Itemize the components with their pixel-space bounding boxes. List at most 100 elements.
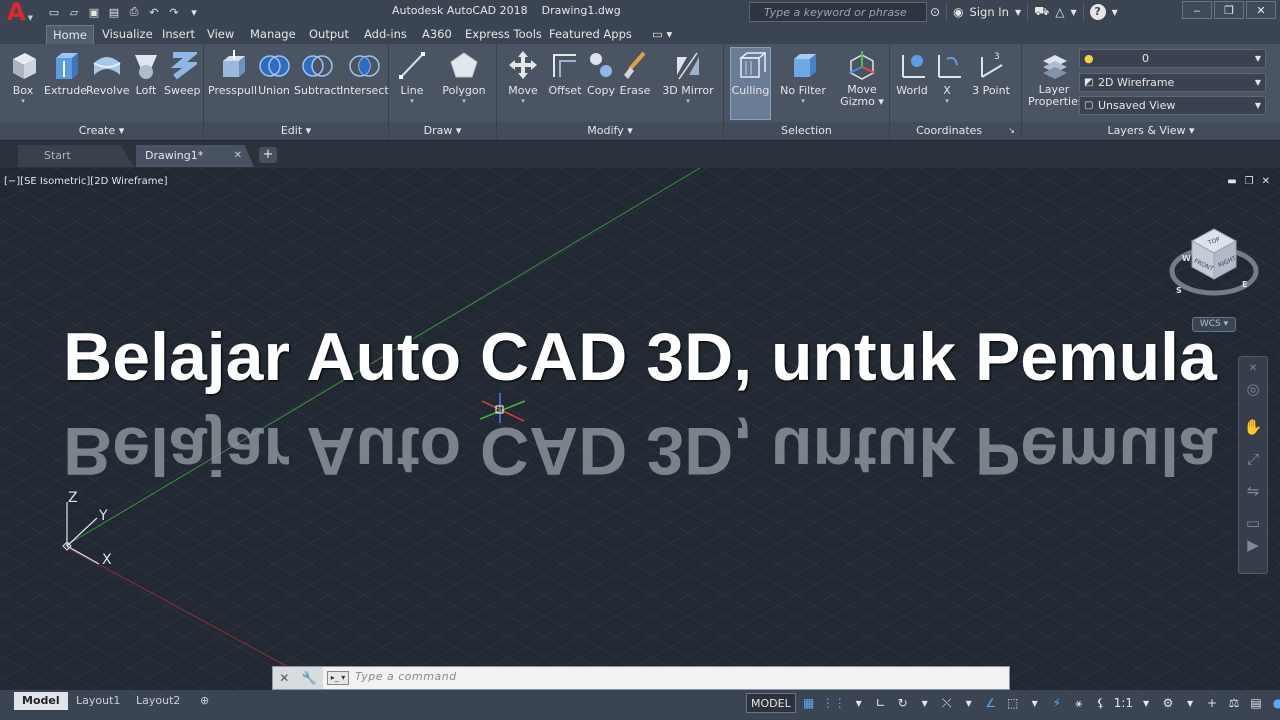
zoom-extents-icon[interactable]: ⤢ <box>1243 449 1263 469</box>
tab-insert[interactable]: Insert <box>156 25 201 44</box>
tab-home[interactable]: Home <box>46 25 94 44</box>
annotation-scale-value[interactable]: 1:1 <box>1114 693 1133 713</box>
wrench-icon[interactable]: 🔧 <box>302 671 317 685</box>
quick-properties-icon[interactable]: ▤ <box>1247 693 1265 713</box>
tab-a360[interactable]: A360 <box>416 25 458 44</box>
add-layout-icon[interactable]: ⊕ <box>192 692 217 710</box>
open-icon[interactable]: ▱ <box>66 4 82 20</box>
minimize-icon[interactable]: ‒ <box>1182 1 1212 19</box>
tab-view[interactable]: View <box>201 25 240 44</box>
layout-tab-layout1[interactable]: Layout1 <box>68 692 128 710</box>
tab-visualize[interactable]: Visualize <box>96 25 159 44</box>
wcs-menu-button[interactable]: WCS ▾ <box>1192 317 1236 332</box>
cart-icon[interactable]: ⛟ <box>1034 4 1049 20</box>
tab-manage[interactable]: Manage <box>244 25 302 44</box>
drawing-viewport[interactable]: [−][SE Isometric][2D Wireframe] ▬ ❐ ✕ Be… <box>0 168 1280 690</box>
panel-edit-title[interactable]: Edit ▾ <box>204 122 388 140</box>
viewcube[interactable]: TOP FRONT RIGHT W S E <box>1168 223 1260 303</box>
object-snap-tracking-icon[interactable]: ∠ <box>982 693 1000 713</box>
model-space-button[interactable]: MODEL <box>746 693 796 713</box>
chevron-down-icon[interactable]: ▼ <box>1112 8 1118 17</box>
orbit-icon[interactable]: ⇋ <box>1243 481 1263 501</box>
application-menu-button[interactable]: A ▼ <box>0 0 40 25</box>
panel-coordinates-title[interactable]: Coordinates ↘ <box>890 122 1021 140</box>
file-tab-start[interactable]: Start <box>18 145 134 167</box>
command-input[interactable]: Type a command <box>355 670 457 683</box>
close-icon[interactable]: ✕ <box>279 671 289 685</box>
no-filter-button[interactable]: No Filter ▾ <box>778 48 828 105</box>
annotation-monitor-icon[interactable]: + <box>1203 693 1221 713</box>
presspull-button[interactable]: Presspull <box>208 48 257 97</box>
binoculars-icon[interactable]: ⊙ <box>930 5 940 19</box>
subtract-button[interactable]: Subtract <box>294 48 341 97</box>
save-icon[interactable]: ▣ <box>86 4 102 20</box>
intersect-button[interactable]: Intersect <box>340 48 389 97</box>
user-icon[interactable]: ◉ <box>953 5 963 19</box>
offset-button[interactable]: Offset <box>547 48 583 97</box>
command-history-icon[interactable]: ▸_ ▾ <box>327 671 349 685</box>
snap-icon[interactable]: ⋮⋮ <box>822 693 846 713</box>
units-icon[interactable]: ⚖ <box>1225 693 1243 713</box>
autodesk-a360-icon[interactable]: △ <box>1055 5 1064 19</box>
tab-add-ins[interactable]: Add-ins <box>358 25 413 44</box>
extrude-button[interactable]: Extrude <box>44 48 87 97</box>
customize-qat-icon[interactable]: ▾ <box>186 4 202 20</box>
sign-in-link[interactable]: Sign In <box>970 5 1009 19</box>
new-icon[interactable]: ▭ <box>46 4 62 20</box>
layout-tab-model[interactable]: Model <box>14 692 68 710</box>
tab-express-tools[interactable]: Express Tools <box>459 25 548 44</box>
polar-tracking-icon[interactable]: ↻ <box>894 693 912 713</box>
loft-button[interactable]: Loft <box>130 48 162 97</box>
ortho-icon[interactable]: ∟ <box>872 693 890 713</box>
world-ucs-button[interactable]: World <box>894 48 930 97</box>
culling-toggle[interactable]: Culling <box>730 47 771 120</box>
chevron-down-icon[interactable]: ▼ <box>1070 8 1076 17</box>
pan-hand-icon[interactable]: ✋ <box>1243 417 1263 437</box>
layout-tab-layout2[interactable]: Layout2 <box>128 692 188 710</box>
panel-modify-title[interactable]: Modify ▾ <box>497 122 723 140</box>
union-button[interactable]: Union <box>258 48 290 97</box>
grid-icon[interactable]: ▦ <box>800 693 818 713</box>
auto-scale-icon[interactable]: ⚹ <box>1070 693 1088 713</box>
showmotion-icon[interactable]: ▭ <box>1243 513 1263 533</box>
isodraft-icon[interactable]: ⤬ <box>938 693 956 713</box>
layer-properties-button[interactable]: Layer Properties <box>1028 48 1084 108</box>
chevron-down-icon[interactable]: ▼ <box>850 693 868 713</box>
steering-wheel-icon[interactable]: ◎ <box>1243 379 1263 399</box>
undo-icon[interactable]: ↶ <box>146 4 162 20</box>
search-input[interactable]: Type a keyword or phrase <box>749 2 927 22</box>
chevron-down-icon[interactable]: ▼ <box>1026 693 1044 713</box>
restore-icon[interactable]: ❐ <box>1245 176 1254 187</box>
3-point-ucs-button[interactable]: 3 3 Point <box>968 48 1014 97</box>
ribbon-minimize-toggle[interactable]: ▭ ▾ <box>646 25 678 44</box>
hardware-acceleration-icon[interactable]: ● <box>1269 693 1280 713</box>
line-button[interactable]: Line ▾ <box>395 48 429 105</box>
copy-button[interactable]: Copy <box>585 48 617 97</box>
annotation-scale-icon[interactable]: ⚸ <box>1092 693 1110 713</box>
move-gizmo-button[interactable]: Move Gizmo ▾ <box>840 48 884 108</box>
tab-output[interactable]: Output <box>303 25 355 44</box>
panel-create-title[interactable]: Create ▾ <box>0 122 203 140</box>
object-snap-icon[interactable]: ⬚ <box>1004 693 1022 713</box>
new-tab-button[interactable]: + <box>259 147 277 163</box>
panel-layers-view-title[interactable]: Layers & View ▾ <box>1022 122 1280 140</box>
close-icon[interactable]: ✕ <box>1243 359 1263 379</box>
close-icon[interactable]: ✕ <box>234 145 242 166</box>
box-button[interactable]: Box ▾ <box>6 48 40 105</box>
file-tab-drawing1[interactable]: Drawing1* ✕ <box>136 145 254 167</box>
chevron-down-icon[interactable]: ▼ <box>960 693 978 713</box>
3d-mirror-button[interactable]: 3D Mirror ▾ <box>659 48 717 105</box>
polygon-button[interactable]: Polygon ▾ <box>439 48 489 105</box>
redo-icon[interactable]: ↷ <box>166 4 182 20</box>
panel-draw-title[interactable]: Draw ▾ <box>389 122 496 140</box>
minimize-icon[interactable]: ▬ <box>1227 176 1236 187</box>
layer-dropdown[interactable]: ● 0 ▼ <box>1079 49 1266 68</box>
visual-style-dropdown[interactable]: ◩ 2D Wireframe ▼ <box>1079 73 1266 92</box>
workspace-gear-icon[interactable]: ⚙ <box>1159 693 1177 713</box>
annotation-visibility-icon[interactable]: ⚡ <box>1048 693 1066 713</box>
erase-button[interactable]: Erase <box>619 48 651 97</box>
close-icon[interactable]: ✕ <box>1246 1 1276 19</box>
tab-featured-apps[interactable]: Featured Apps <box>543 25 638 44</box>
chevron-down-icon[interactable]: ▼ <box>1181 693 1199 713</box>
print-icon[interactable]: ⎙ <box>126 4 142 20</box>
